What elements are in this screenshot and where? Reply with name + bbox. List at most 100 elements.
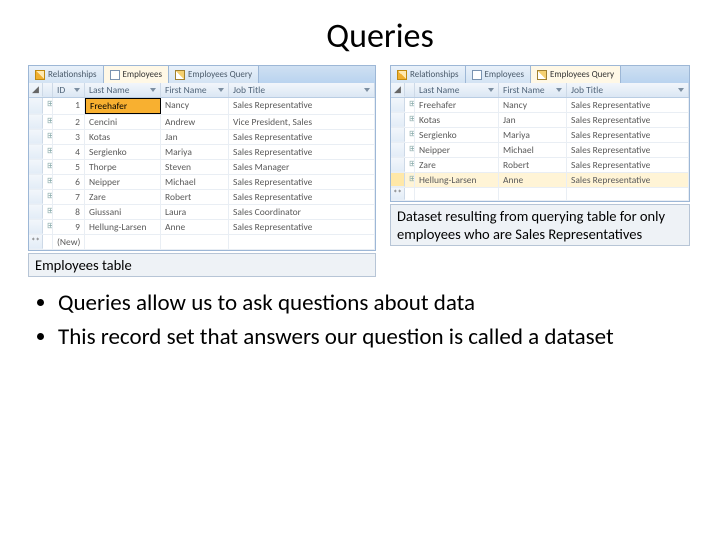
cell-job-title[interactable]: Sales Representative	[229, 220, 375, 234]
tab-employees-query[interactable]: Employees Query	[531, 66, 621, 83]
cell-last-name[interactable]: Hellung-Larsen	[85, 220, 161, 234]
row-selector[interactable]	[391, 128, 405, 142]
col-expand-header[interactable]	[43, 83, 53, 97]
cell-job-title[interactable]: Sales Manager	[229, 160, 375, 174]
cell-last-name[interactable]: Kotas	[415, 113, 499, 127]
cell-job-title[interactable]: Sales Representative	[229, 190, 375, 204]
expand-icon[interactable]: ⊞	[405, 98, 415, 112]
select-all-corner[interactable]: ◢	[29, 83, 43, 97]
cell-first-name[interactable]: Mariya	[499, 128, 567, 142]
cell-first-name[interactable]: Mariya	[161, 145, 229, 159]
table-row[interactable]: ⊞9Hellung-LarsenAnneSales Representative	[29, 220, 375, 235]
cell-last-name[interactable]: Zare	[85, 190, 161, 204]
row-selector[interactable]	[29, 205, 43, 219]
expand-icon[interactable]: ⊞	[405, 113, 415, 127]
expand-icon[interactable]: ⊞	[43, 175, 53, 189]
row-selector[interactable]	[391, 173, 405, 187]
table-row[interactable]: ⊞5ThorpeStevenSales Manager	[29, 160, 375, 175]
cell-last-name[interactable]: Sergienko	[85, 145, 161, 159]
row-selector[interactable]	[29, 220, 43, 234]
table-row[interactable]: ⊞2CenciniAndrewVice President, Sales	[29, 115, 375, 130]
expand-icon[interactable]: ⊞	[43, 205, 53, 219]
col-job-header[interactable]: Job Title	[567, 83, 689, 97]
col-last-header[interactable]: Last Name	[85, 83, 161, 97]
cell-id[interactable]: 7	[53, 190, 85, 204]
expand-icon[interactable]: ⊞	[43, 130, 53, 144]
cell-last-name[interactable]: Neipper	[85, 175, 161, 189]
cell-job-title[interactable]: Sales Representative	[567, 128, 689, 142]
row-selector[interactable]	[29, 175, 43, 189]
tab-employees[interactable]: Employees	[104, 66, 170, 83]
expand-icon[interactable]: ⊞	[405, 128, 415, 142]
expand-icon[interactable]: ⊞	[43, 98, 53, 114]
tab-relationships[interactable]: Relationships	[391, 66, 466, 83]
tab-employees[interactable]: Employees	[466, 66, 532, 83]
cell-id[interactable]: 9	[53, 220, 85, 234]
expand-icon[interactable]: ⊞	[405, 173, 415, 187]
table-row[interactable]: ⊞8GiussaniLauraSales Coordinator	[29, 205, 375, 220]
col-id-header[interactable]: ID	[53, 83, 85, 97]
cell-first-name[interactable]: Steven	[161, 160, 229, 174]
new-record-row[interactable]: * (New)	[29, 235, 375, 250]
row-selector[interactable]	[29, 98, 43, 114]
col-first-header[interactable]: First Name	[161, 83, 229, 97]
cell-first-name[interactable]: Robert	[499, 158, 567, 172]
table-row[interactable]: ⊞1FreehaferNancySales Representative	[29, 98, 375, 115]
new-record-selector[interactable]: *	[29, 235, 43, 249]
table-row[interactable]: ⊞FreehaferNancySales Representative	[391, 98, 689, 113]
col-last-header[interactable]: Last Name	[415, 83, 499, 97]
cell-last-name[interactable]: Freehafer	[415, 98, 499, 112]
dropdown-icon[interactable]	[488, 88, 494, 92]
expand-icon[interactable]: ⊞	[43, 115, 53, 129]
cell-job-title[interactable]: Vice President, Sales	[229, 115, 375, 129]
row-selector[interactable]	[29, 115, 43, 129]
cell-last-name[interactable]: Neipper	[415, 143, 499, 157]
row-selector[interactable]	[29, 145, 43, 159]
dropdown-icon[interactable]	[218, 88, 224, 92]
cell-id[interactable]: 6	[53, 175, 85, 189]
cell-last-name[interactable]: Thorpe	[85, 160, 161, 174]
dropdown-icon[interactable]	[150, 88, 156, 92]
cell-first-name[interactable]: Nancy	[499, 98, 567, 112]
cell-id[interactable]: 1	[53, 98, 85, 114]
row-selector[interactable]	[391, 143, 405, 157]
cell-last-name[interactable]: Cencini	[85, 115, 161, 129]
cell-job-title[interactable]: Sales Representative	[567, 158, 689, 172]
cell-last-name[interactable]: Hellung-Larsen	[415, 173, 499, 187]
row-selector[interactable]	[29, 130, 43, 144]
cell-last-name[interactable]: Freehafer	[85, 98, 161, 114]
cell-first-name[interactable]: Anne	[161, 220, 229, 234]
cell-first-name[interactable]: Laura	[161, 205, 229, 219]
cell-last-name[interactable]: Zare	[415, 158, 499, 172]
cell-id[interactable]: 4	[53, 145, 85, 159]
col-expand-header[interactable]	[405, 83, 415, 97]
row-selector[interactable]	[391, 98, 405, 112]
expand-icon[interactable]: ⊞	[43, 190, 53, 204]
cell-first-name[interactable]: Michael	[499, 143, 567, 157]
select-all-corner[interactable]: ◢	[391, 83, 405, 97]
cell-job-title[interactable]: Sales Representative	[229, 145, 375, 159]
table-row[interactable]: ⊞Hellung-LarsenAnneSales Representative	[391, 173, 689, 188]
table-row[interactable]: ⊞SergienkoMariyaSales Representative	[391, 128, 689, 143]
cell-job-title[interactable]: Sales Coordinator	[229, 205, 375, 219]
row-selector[interactable]	[29, 160, 43, 174]
table-row[interactable]: ⊞3KotasJanSales Representative	[29, 130, 375, 145]
cell-job-title[interactable]: Sales Representative	[229, 98, 375, 114]
cell-first-name[interactable]: Nancy	[161, 98, 229, 114]
expand-icon[interactable]: ⊞	[43, 220, 53, 234]
col-first-header[interactable]: First Name	[499, 83, 567, 97]
cell-first-name[interactable]: Andrew	[161, 115, 229, 129]
table-row[interactable]: ⊞ZareRobertSales Representative	[391, 158, 689, 173]
cell-first-name[interactable]: Robert	[161, 190, 229, 204]
tab-relationships[interactable]: Relationships	[29, 66, 104, 83]
cell-last-name[interactable]: Kotas	[85, 130, 161, 144]
table-row[interactable]: ⊞4SergienkoMariyaSales Representative	[29, 145, 375, 160]
new-record-selector[interactable]: *	[391, 188, 405, 200]
cell-first-name[interactable]: Anne	[499, 173, 567, 187]
cell-job-title[interactable]: Sales Representative	[229, 130, 375, 144]
expand-icon[interactable]: ⊞	[43, 145, 53, 159]
dropdown-icon[interactable]	[364, 88, 370, 92]
col-job-header[interactable]: Job Title	[229, 83, 375, 97]
cell-job-title[interactable]: Sales Representative	[567, 173, 689, 187]
expand-icon[interactable]: ⊞	[405, 158, 415, 172]
